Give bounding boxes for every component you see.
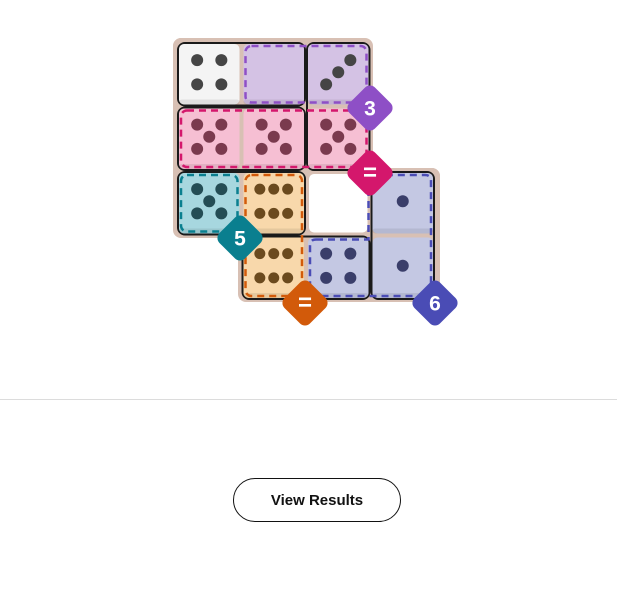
pip [267, 130, 280, 143]
badge-label: 5 [234, 228, 246, 251]
die-shade [179, 99, 240, 105]
die-face [308, 237, 369, 298]
section-divider [0, 399, 617, 400]
pip [254, 183, 266, 195]
pip [255, 118, 268, 131]
pip [282, 207, 294, 219]
pip [254, 207, 266, 219]
pip [268, 272, 280, 284]
pip [396, 259, 409, 272]
pip [255, 142, 268, 155]
die[interactable] [308, 237, 369, 299]
pip [215, 207, 228, 220]
pip [191, 183, 204, 196]
badge-label: 6 [429, 293, 441, 316]
puzzle-board: 3 = 5 = 6 [173, 38, 458, 326]
pip [279, 142, 292, 155]
die[interactable] [243, 44, 305, 105]
die[interactable] [179, 108, 240, 170]
pip [254, 272, 266, 284]
pip [191, 54, 204, 67]
pip [320, 247, 333, 260]
die-face [243, 44, 304, 105]
pip [344, 247, 357, 260]
pip [268, 207, 280, 219]
pip [282, 248, 294, 260]
pip [320, 118, 333, 131]
pip [215, 183, 228, 196]
badge-label: = [298, 290, 312, 317]
die-face [179, 44, 240, 105]
pip [332, 66, 345, 79]
pip [344, 118, 357, 131]
die[interactable] [243, 173, 305, 234]
die-face [243, 173, 304, 234]
badge-label: = [363, 160, 377, 187]
pip [254, 248, 266, 260]
pip [215, 78, 228, 91]
die-shade [372, 228, 433, 234]
pip [203, 195, 216, 208]
pip [268, 248, 280, 260]
pip [215, 142, 228, 155]
pip [191, 78, 204, 91]
pip [344, 54, 357, 67]
pip [396, 195, 409, 208]
pip [268, 183, 280, 195]
pip [282, 183, 294, 195]
pip [279, 118, 292, 131]
pip [191, 207, 204, 220]
die[interactable] [179, 44, 240, 105]
pip [344, 271, 357, 284]
badge-label: 3 [364, 98, 376, 121]
pip [320, 142, 333, 155]
pip [203, 130, 216, 143]
pip [344, 142, 357, 155]
die[interactable] [243, 108, 305, 170]
pip [332, 130, 345, 143]
view-results-button[interactable]: View Results [233, 478, 401, 522]
pip [282, 272, 294, 284]
pip [320, 271, 333, 284]
pip [191, 118, 204, 131]
pip [191, 142, 204, 155]
pip [215, 54, 228, 67]
pip [215, 118, 228, 131]
pip [320, 78, 333, 91]
